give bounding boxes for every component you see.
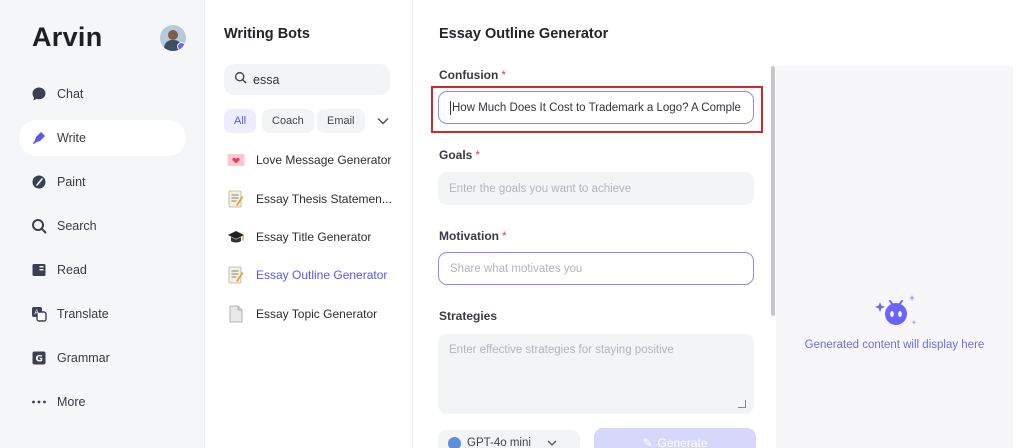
writing-bots-panel: Writing Bots All Coach Email Love Messag… [206,0,413,448]
essay-outline-form: Essay Outline Generator Confusion * How M… [414,0,774,448]
output-placeholder: Generated content will display here [804,339,985,351]
nav-item-grammar[interactable]: G Grammar [19,340,186,376]
required-star: * [475,148,481,162]
search-icon [31,218,47,234]
goals-label: Goals * [439,148,481,162]
app-brand: Arvin [32,22,103,52]
bot-search-box[interactable] [224,64,390,95]
generate-button[interactable]: ✎ Generate [594,428,756,448]
bots-panel-title: Writing Bots [224,26,310,42]
confusion-label: Confusion * [439,68,506,82]
nav-label: Read [57,263,87,277]
left-navigation: Arvin Chat Write Paint Search Read A Tra… [0,0,205,448]
chat-icon [31,86,47,102]
palette-icon [31,174,47,190]
goals-placeholder: Enter the goals you want to achieve [449,182,632,195]
avatar-badge [177,42,186,51]
strategies-textarea[interactable]: Enter effective strategies for staying p… [438,334,754,414]
filter-chip-all[interactable]: All [224,109,257,133]
goals-input[interactable]: Enter the goals you want to achieve [438,172,754,205]
generate-label: Generate [657,436,708,448]
motivation-input[interactable]: Share what motivates you [438,252,754,285]
bot-item-label: Essay Topic Generator [256,307,378,321]
model-icon [448,436,461,448]
bot-item-essay-thesis[interactable]: Essay Thesis Statemen... [227,188,407,210]
love-letter-icon [227,151,245,169]
bot-mascot-icon [875,295,917,325]
wand-icon: ✎ [642,436,653,448]
required-star: * [502,229,507,243]
bot-item-label: Love Message Generator [256,153,392,167]
form-scrollbar[interactable] [771,66,775,316]
resize-handle[interactable] [738,400,746,408]
motivation-label: Motivation * [439,229,507,243]
model-label: GPT-4o mini [467,437,531,448]
model-select[interactable]: GPT-4o mini [438,430,580,448]
right-margin [1013,0,1024,448]
output-panel: Generated content will display here [776,66,1013,448]
nav-item-read[interactable]: Read [19,252,186,288]
book-icon [31,262,47,278]
bot-item-love-message[interactable]: Love Message Generator [227,149,407,171]
svg-text:A: A [34,309,39,317]
motivation-placeholder: Share what motivates you [450,262,583,275]
nav-label: Search [57,219,97,233]
nav-label: Grammar [57,351,110,365]
nav-label: Paint [57,175,86,189]
grammar-icon: G [31,350,47,366]
svg-text:G: G [36,355,43,365]
nav-item-write[interactable]: Write [19,120,186,156]
chevron-down-icon[interactable] [374,112,392,130]
bot-item-essay-topic[interactable]: Essay Topic Generator [227,303,407,325]
bot-item-label: Essay Outline Generator [256,268,388,282]
strategies-placeholder: Enter effective strategies for staying p… [449,344,674,356]
nav-label: Write [57,131,86,145]
nav-item-search[interactable]: Search [19,208,186,244]
bot-item-label: Essay Thesis Statemen... [256,192,392,206]
nav-item-more[interactable]: More [19,384,186,420]
user-avatar[interactable] [160,25,186,51]
nav-item-chat[interactable]: Chat [19,76,186,112]
memo-icon [227,190,245,208]
bot-search-input[interactable] [253,72,373,87]
form-title: Essay Outline Generator [439,26,609,42]
filter-chip-coach[interactable]: Coach [262,109,314,133]
memo-icon [227,266,245,284]
nav-label: Translate [57,307,109,321]
bot-item-label: Essay Title Generator [256,230,372,244]
nav-label: Chat [57,87,84,101]
highlight-box [431,86,763,133]
bot-item-essay-outline[interactable]: Essay Outline Generator [227,264,407,286]
page-icon [227,305,245,323]
bot-item-essay-title[interactable]: Essay Title Generator [227,226,407,248]
pen-icon [31,130,47,146]
nav-item-translate[interactable]: A Translate [19,296,186,332]
strategies-label: Strategies [439,309,498,323]
graduation-cap-icon [227,228,245,246]
translate-icon: A [31,306,47,322]
nav-label: More [57,395,86,409]
chevron-down-icon [547,437,557,448]
nav-item-paint[interactable]: Paint [19,164,186,200]
more-dots-icon [31,394,47,410]
required-star: * [501,68,506,82]
filter-chip-email[interactable]: Email [317,109,365,133]
search-icon [234,71,247,89]
